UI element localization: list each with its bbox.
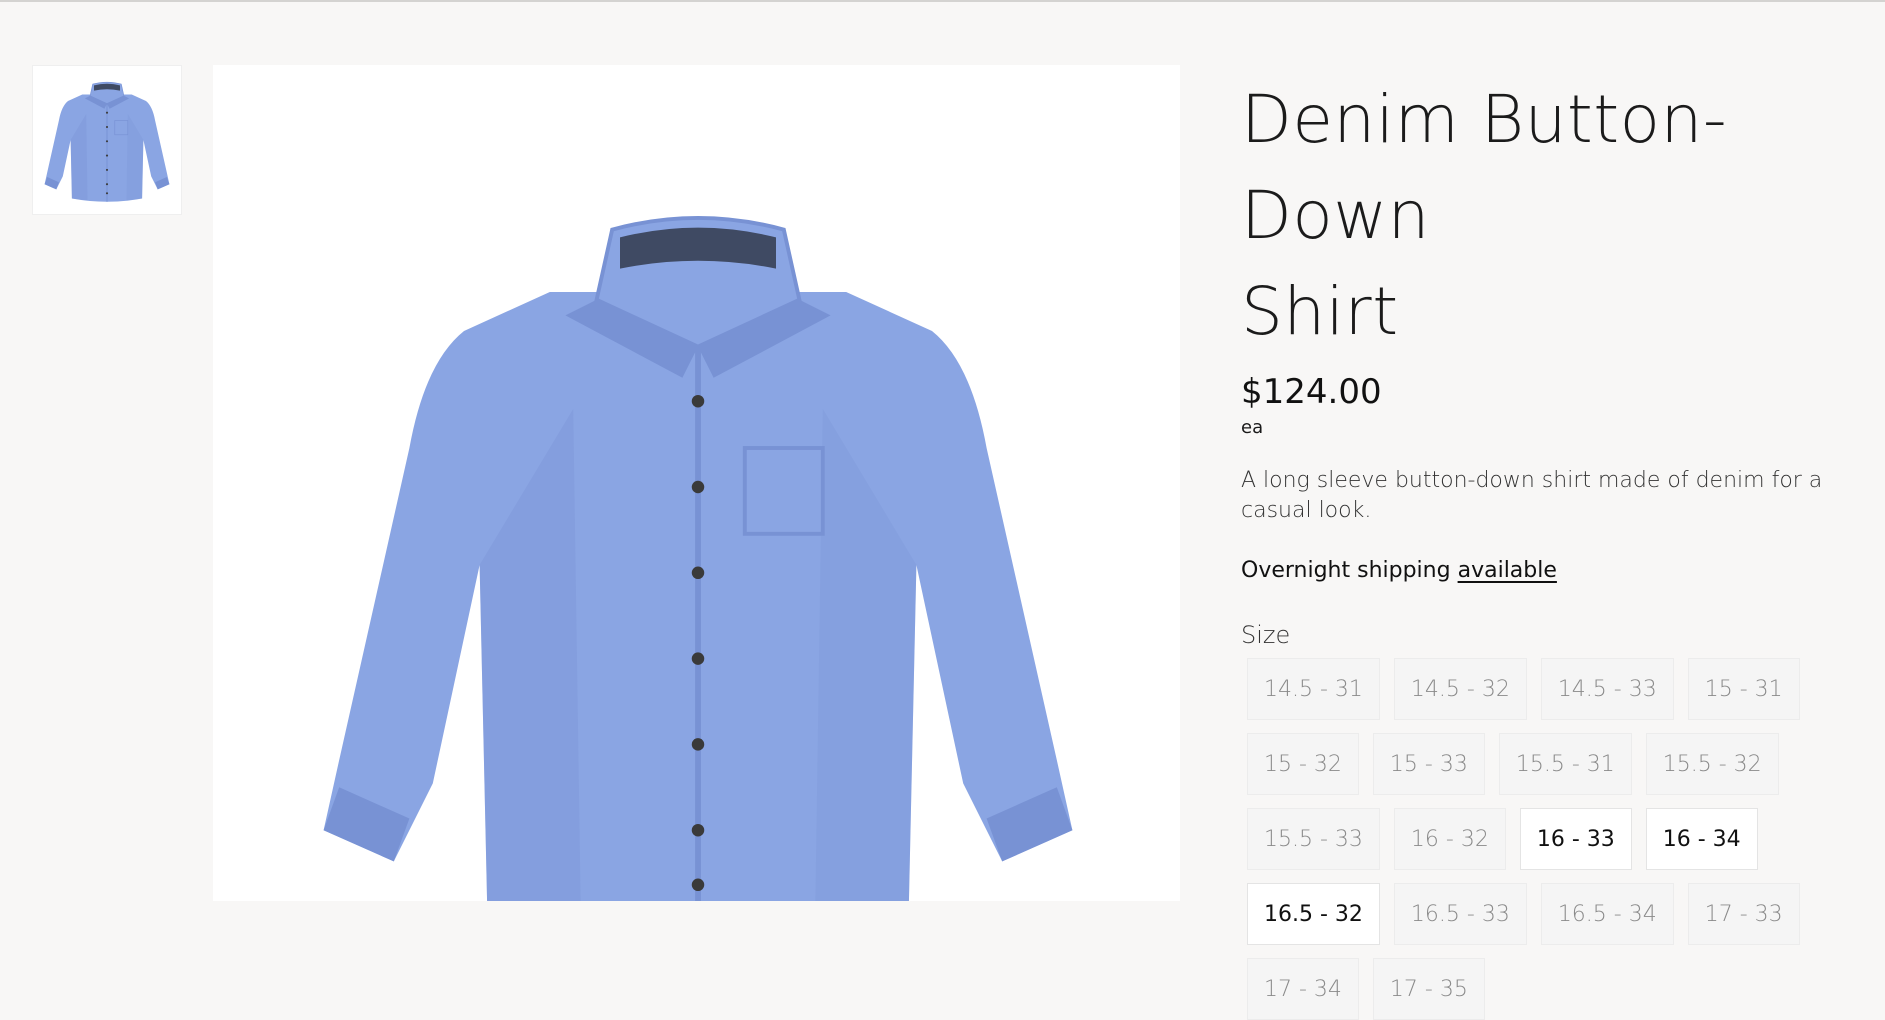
size-option[interactable]: 16.5 - 33 [1393,883,1527,945]
size-option[interactable]: 15.5 - 31 [1498,733,1632,795]
size-option[interactable]: 15 - 32 [1247,733,1359,795]
shipping-info: Overnight shipping available [1241,556,1871,586]
product-thumbnail[interactable] [32,65,182,215]
size-option[interactable]: 17 - 34 [1247,958,1359,1020]
size-option[interactable]: 14.5 - 32 [1393,658,1527,720]
size-option[interactable]: 15 - 31 [1687,658,1800,720]
size-option[interactable]: 16.5 - 32 [1247,883,1380,945]
size-option[interactable]: 17 - 33 [1687,883,1800,945]
product-description: A long sleeve button-down shirt made of … [1241,468,1823,523]
product-title-line1: Denim Button-Down [1241,81,1728,254]
product-title-line2: Shirt [1241,273,1399,350]
size-option[interactable]: 17 - 35 [1372,958,1485,1020]
size-option[interactable]: 14.5 - 33 [1540,658,1674,720]
price-unit: ea [1241,417,1264,438]
product-title: Denim Button-Down Shirt [1241,72,1871,360]
size-option[interactable]: 14.5 - 31 [1247,658,1380,720]
size-option[interactable]: 16 - 33 [1519,808,1632,870]
shipping-availability-link[interactable]: available [1458,558,1557,583]
size-option[interactable]: 16 - 34 [1645,808,1758,870]
size-option[interactable]: 16.5 - 34 [1540,883,1674,945]
product-price: $124.00 [1241,372,1382,412]
size-option[interactable]: 15.5 - 33 [1247,808,1380,870]
shirt-thumbnail-image [44,81,170,202]
size-options: 14.5 - 31 14.5 - 32 14.5 - 33 15 - 31 15 - 3… [1247,658,1857,1020]
shirt-image [323,215,1073,901]
size-label: Size [1241,621,1291,649]
shipping-text: Overnight shipping [1241,558,1451,583]
product-info: Denim Button-Down Shirt $124.00 ea A lon… [1241,72,1871,1020]
size-option[interactable]: 16 - 32 [1393,808,1506,870]
size-option[interactable]: 15 - 33 [1372,733,1485,795]
product-main-image [213,65,1180,901]
size-option[interactable]: 15.5 - 32 [1645,733,1779,795]
top-border [0,0,1885,2]
